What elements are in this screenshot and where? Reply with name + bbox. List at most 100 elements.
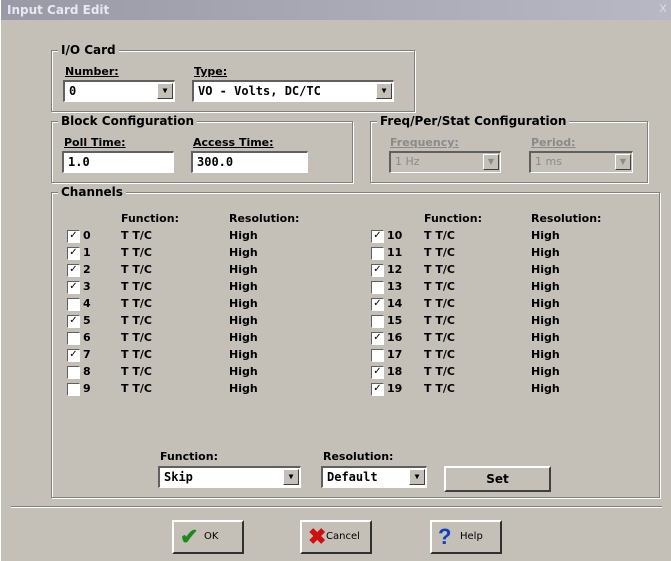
channel-number: 17 [387,348,403,361]
channel-row: ✓ 18 T T/C High [371,364,631,381]
channel-function: T T/C [424,246,455,259]
ok-button[interactable]: ✔ OK [172,520,244,554]
channel-checkbox[interactable]: ✓ [371,383,384,396]
channel-checkbox[interactable]: ✓ [67,349,80,362]
channel-row: 13 T T/C High [371,279,631,296]
checkmark-icon: ✔ [180,524,199,549]
access-time-label: Access Time: [193,136,274,149]
access-time-input[interactable]: 300.0 [191,151,308,173]
set-function-select[interactable]: Skip ▼ [158,466,301,488]
channel-number: 15 [387,314,403,327]
channel-row: ✓ 19 T T/C High [371,381,631,398]
red-x-icon: ✖ [308,524,327,549]
set-button[interactable]: Set [444,466,551,492]
channel-number: 7 [83,348,91,361]
set-resolution-select[interactable]: Default ▼ [321,466,427,488]
chevron-down-icon[interactable]: ▼ [409,469,425,485]
channel-checkbox[interactable] [67,332,80,345]
number-select[interactable]: 0 ▼ [63,80,175,102]
channel-row: ✓ 0 T T/C High [67,228,327,245]
channel-resolution: High [229,314,258,327]
channel-checkbox[interactable]: ✓ [67,281,80,294]
channel-checkbox[interactable] [371,281,384,294]
channel-number: 0 [83,229,91,242]
channel-checkbox[interactable]: ✓ [371,366,384,379]
channel-function: T T/C [424,365,455,378]
channel-row: ✓ 1 T T/C High [67,245,327,262]
channel-row: 11 T T/C High [371,245,631,262]
channel-checkbox[interactable]: ✓ [67,264,80,277]
channel-checkbox[interactable]: ✓ [371,332,384,345]
channel-resolution: High [229,331,258,344]
channel-number: 6 [83,331,91,344]
set-resolution-label: Resolution: [323,450,394,463]
channel-function: T T/C [424,331,455,344]
resolution-header-right: Resolution: [531,212,602,225]
channel-checkbox[interactable] [67,298,80,311]
channel-checkbox[interactable] [371,247,384,260]
channel-checkbox[interactable] [371,349,384,362]
chevron-down-icon: ▼ [483,154,499,170]
channel-row: 8 T T/C High [67,364,327,381]
channel-function: T T/C [424,280,455,293]
type-label: Type: [194,65,228,78]
number-value: 0 [69,84,77,98]
help-button[interactable]: ? Help [430,520,502,554]
set-button-label: Set [486,472,509,486]
window-title: Input Card Edit [7,3,110,17]
channel-row: ✓ 3 T T/C High [67,279,327,296]
channel-number: 9 [83,382,91,395]
channel-checkbox[interactable]: ✓ [67,230,80,243]
channel-checkbox[interactable]: ✓ [371,264,384,277]
channel-number: 19 [387,382,403,395]
channel-resolution: High [531,263,560,276]
channel-checkbox[interactable]: ✓ [67,247,80,260]
channel-row: ✓ 10 T T/C High [371,228,631,245]
channel-checkbox[interactable]: ✓ [371,298,384,311]
channel-number: 12 [387,263,403,276]
channel-number: 4 [83,297,91,310]
channel-resolution: High [229,246,258,259]
channel-resolution: High [531,314,560,327]
channel-function: T T/C [424,314,455,327]
cancel-button[interactable]: ✖ Cancel [300,520,372,554]
ok-label: OK [204,531,219,542]
channel-number: 10 [387,229,403,242]
chevron-down-icon[interactable]: ▼ [376,83,392,99]
frequency-label: Frequency: [390,136,459,149]
freq-config-legend: Freq/Per/Stat Configuration [377,114,570,128]
period-select: 1 ms ▼ [529,151,633,173]
access-time-value: 300.0 [197,155,234,169]
chevron-down-icon[interactable]: ▼ [283,469,299,485]
type-select[interactable]: VO - Volts, DC/TC ▼ [192,80,394,102]
function-header-left: Function: [121,212,179,225]
title-bar[interactable]: Input Card Edit X [1,0,671,20]
channel-resolution: High [531,348,560,361]
chevron-down-icon[interactable]: ▼ [157,83,173,99]
channel-row: ✓ 14 T T/C High [371,296,631,313]
channel-checkbox[interactable]: ✓ [67,315,80,328]
poll-time-input[interactable]: 1.0 [62,151,174,173]
channel-row: ✓ 2 T T/C High [67,262,327,279]
channel-checkbox[interactable] [371,315,384,328]
channel-function: T T/C [424,297,455,310]
close-icon[interactable]: X [657,3,669,16]
channel-function: T T/C [424,229,455,242]
channel-row: ✓ 12 T T/C High [371,262,631,279]
channel-function: T T/C [424,263,455,276]
channel-checkbox[interactable]: ✓ [371,230,384,243]
poll-time-value: 1.0 [68,155,90,169]
channel-number: 18 [387,365,403,378]
channel-resolution: High [229,348,258,361]
channel-checkbox[interactable] [67,383,80,396]
channel-checkbox[interactable] [67,366,80,379]
poll-time-label: Poll Time: [64,136,126,149]
channel-row: ✓ 5 T T/C High [67,313,327,330]
channel-function: T T/C [121,229,152,242]
set-function-label: Function: [160,450,218,463]
set-function-value: Skip [164,470,193,484]
channel-resolution: High [531,331,560,344]
channel-resolution: High [229,229,258,242]
channel-number: 16 [387,331,403,344]
number-label: Number: [65,65,119,78]
